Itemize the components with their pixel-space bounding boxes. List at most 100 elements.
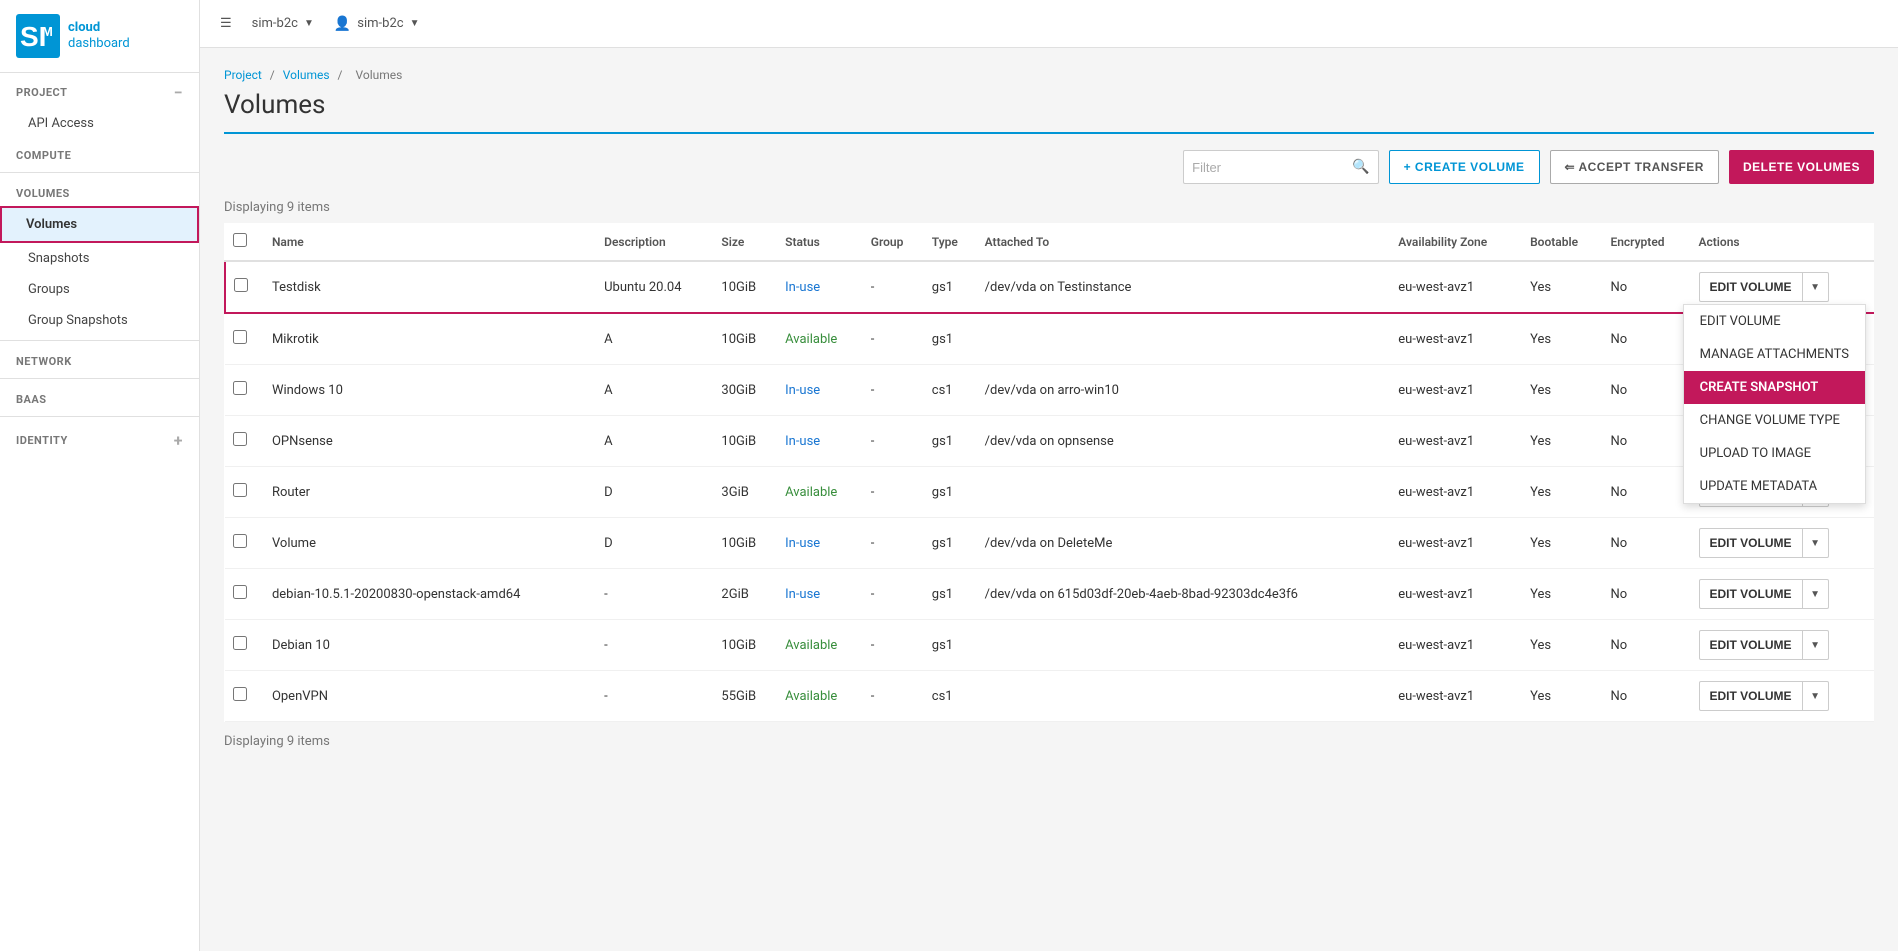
project-selector[interactable]: sim-b2c ▼	[252, 16, 314, 31]
row-attached-to: /dev/vda on arro-win10	[977, 365, 1391, 416]
dropdown-item[interactable]: CHANGE VOLUME TYPE	[1684, 404, 1865, 437]
edit-volume-button[interactable]: EDIT VOLUME	[1699, 528, 1803, 558]
row-encrypted: No	[1602, 365, 1690, 416]
status-badge: Available	[785, 638, 837, 653]
row-checkbox[interactable]	[233, 381, 247, 395]
user-selector[interactable]: 👤 sim-b2c ▼	[334, 16, 420, 32]
content-area: Project / Volumes / Volumes Volumes 🔍 + …	[200, 48, 1898, 951]
row-group: -	[863, 620, 924, 671]
row-attached-to: /dev/vda on DeleteMe	[977, 518, 1391, 569]
row-name: debian-10.5.1-20200830-openstack-amd64	[264, 569, 596, 620]
breadcrumb: Project / Volumes / Volumes	[224, 68, 1874, 82]
table-row: Router D 3GiB Available - gs1 eu-west-av…	[225, 467, 1874, 518]
delete-volumes-button[interactable]: DELETE VOLUMES	[1729, 150, 1874, 184]
row-checkbox-cell	[225, 620, 264, 671]
col-encrypted: Encrypted	[1602, 223, 1690, 261]
row-checkbox[interactable]	[233, 687, 247, 701]
sidebar: SI M cloud dashboard PROJECT − API Acces…	[0, 0, 200, 951]
row-bootable: Yes	[1522, 671, 1602, 722]
row-size: 10GiB	[713, 313, 777, 365]
sim-logo-icon: SI M	[16, 14, 60, 58]
row-az: eu-west-avz1	[1390, 569, 1522, 620]
edit-volume-button[interactable]: EDIT VOLUME	[1699, 681, 1803, 711]
menu-icon-button[interactable]: ☰	[220, 16, 232, 31]
row-group: -	[863, 518, 924, 569]
sidebar-volumes-section[interactable]: VOLUMES	[0, 177, 199, 206]
select-all-checkbox[interactable]	[233, 233, 247, 247]
table-header-row: Name Description Size Status Group Type …	[225, 223, 1874, 261]
action-caret-button[interactable]: ▼	[1803, 630, 1829, 660]
sidebar-baas-section[interactable]: BAAS	[0, 383, 199, 412]
row-size: 10GiB	[713, 416, 777, 467]
dropdown-item[interactable]: MANAGE ATTACHMENTS	[1684, 338, 1865, 371]
breadcrumb-volumes[interactable]: Volumes	[283, 68, 330, 82]
row-az: eu-west-avz1	[1390, 416, 1522, 467]
row-encrypted: No	[1602, 620, 1690, 671]
col-type: Type	[924, 223, 977, 261]
displaying-bottom: Displaying 9 items	[224, 734, 1874, 749]
row-encrypted: No	[1602, 518, 1690, 569]
row-az: eu-west-avz1	[1390, 467, 1522, 518]
row-checkbox[interactable]	[233, 330, 247, 344]
action-caret-button[interactable]: ▼	[1803, 681, 1829, 711]
row-checkbox[interactable]	[233, 483, 247, 497]
breadcrumb-project[interactable]: Project	[224, 68, 262, 82]
row-name: Volume	[264, 518, 596, 569]
sidebar-item-groups[interactable]: Groups	[0, 274, 199, 305]
col-description: Description	[596, 223, 713, 261]
row-checkbox[interactable]	[233, 534, 247, 548]
row-checkbox-cell	[225, 313, 264, 365]
edit-volume-button[interactable]: EDIT VOLUME	[1699, 272, 1803, 302]
filter-input-wrap[interactable]: 🔍	[1183, 150, 1378, 184]
row-az: eu-west-avz1	[1390, 671, 1522, 722]
sidebar-network-section[interactable]: NETWORK	[0, 345, 199, 374]
row-bootable: Yes	[1522, 416, 1602, 467]
row-checkbox[interactable]	[233, 585, 247, 599]
dropdown-item[interactable]: EDIT VOLUME	[1684, 305, 1865, 338]
row-type: gs1	[924, 569, 977, 620]
dropdown-item[interactable]: UPLOAD TO IMAGE	[1684, 437, 1865, 470]
row-encrypted: No	[1602, 467, 1690, 518]
edit-volume-button[interactable]: EDIT VOLUME	[1699, 630, 1803, 660]
action-caret-button[interactable]: ▼	[1803, 272, 1829, 302]
action-caret-button[interactable]: ▼	[1803, 528, 1829, 558]
hamburger-icon: ☰	[220, 16, 232, 31]
accept-transfer-button[interactable]: ⇐ ACCEPT TRANSFER	[1550, 150, 1719, 184]
row-checkbox-cell	[225, 569, 264, 620]
row-checkbox[interactable]	[233, 432, 247, 446]
sidebar-item-group-snapshots[interactable]: Group Snapshots	[0, 305, 199, 336]
row-group: -	[863, 416, 924, 467]
action-caret-button[interactable]: ▼	[1803, 579, 1829, 609]
row-name: Mikrotik	[264, 313, 596, 365]
row-name: Testdisk	[264, 261, 596, 313]
table-row: Debian 10 - 10GiB Available - gs1 eu-wes…	[225, 620, 1874, 671]
sidebar-compute-section[interactable]: COMPUTE	[0, 139, 199, 168]
row-checkbox-cell	[225, 365, 264, 416]
sidebar-item-snapshots[interactable]: Snapshots	[0, 243, 199, 274]
svg-text:M: M	[42, 24, 53, 39]
sidebar-item-api-access[interactable]: API Access	[0, 108, 199, 139]
row-checkbox[interactable]	[233, 636, 247, 650]
edit-volume-button[interactable]: EDIT VOLUME	[1699, 579, 1803, 609]
row-checkbox-cell	[225, 261, 264, 313]
sidebar-item-volumes[interactable]: Volumes	[0, 206, 199, 243]
action-wrap: EDIT VOLUME ▼	[1699, 630, 1867, 660]
row-actions: EDIT VOLUME ▼	[1691, 518, 1875, 569]
create-volume-button[interactable]: + CREATE VOLUME	[1389, 150, 1540, 184]
row-encrypted: No	[1602, 569, 1690, 620]
row-checkbox[interactable]	[234, 278, 248, 292]
col-size: Size	[713, 223, 777, 261]
filter-input[interactable]	[1192, 160, 1352, 175]
status-badge: In-use	[785, 536, 820, 551]
row-group: -	[863, 261, 924, 313]
row-group: -	[863, 365, 924, 416]
row-type: cs1	[924, 671, 977, 722]
status-badge: In-use	[785, 383, 820, 398]
row-description: -	[596, 671, 713, 722]
sidebar-identity-section[interactable]: IDENTITY +	[0, 421, 199, 456]
dropdown-item[interactable]: UPDATE METADATA	[1684, 470, 1865, 503]
row-az: eu-west-avz1	[1390, 313, 1522, 365]
sidebar-project-section[interactable]: PROJECT −	[0, 73, 199, 108]
table-row: Testdisk Ubuntu 20.04 10GiB In-use - gs1…	[225, 261, 1874, 313]
dropdown-item[interactable]: CREATE SNAPSHOT	[1684, 371, 1865, 404]
